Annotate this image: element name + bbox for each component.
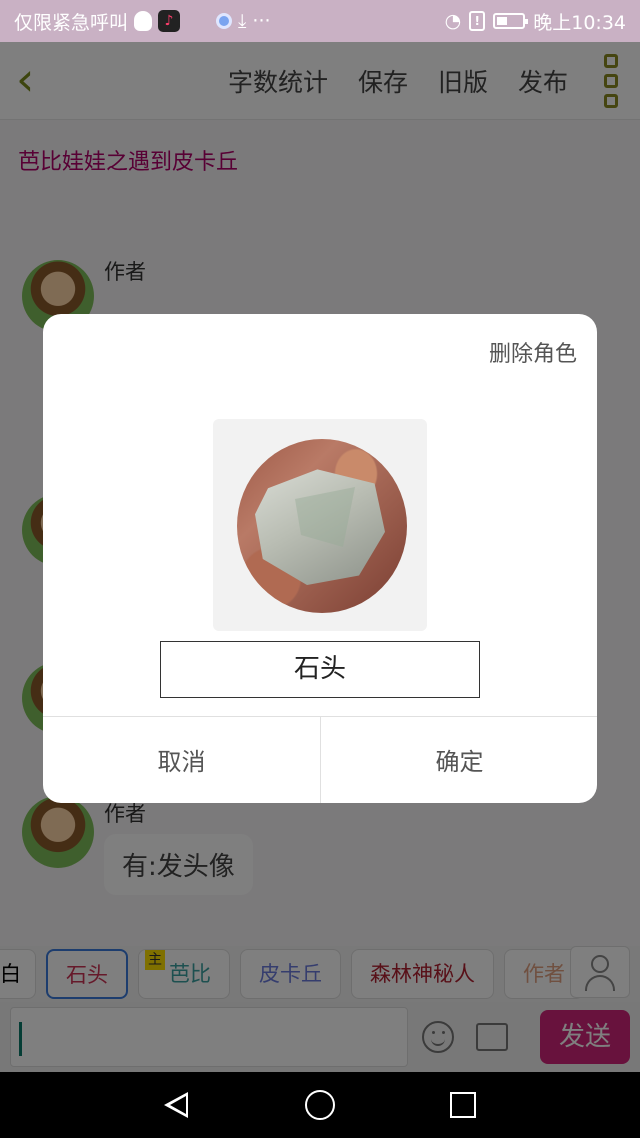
more-notifications-icon: ··· — [252, 10, 271, 32]
character-avatar-image — [237, 439, 407, 613]
edit-character-dialog: 删除角色 石头 取消 确定 — [43, 314, 597, 803]
navigation-bar — [0, 1072, 640, 1138]
alert-icon: ! — [469, 11, 486, 31]
clock: 晚上10:34 — [533, 11, 626, 34]
cancel-button[interactable]: 取消 — [43, 716, 320, 803]
download-icon: ⤓ — [238, 10, 247, 32]
wifi-icon: ◔ — [444, 10, 462, 32]
status-left: 仅限紧急呼叫 ♪ ⤓ ··· — [14, 8, 271, 35]
status-bar: 仅限紧急呼叫 ♪ ⤓ ··· ◔ ! 晚上10:34 — [0, 0, 640, 42]
nav-back-icon[interactable] — [164, 1092, 188, 1118]
qq-icon — [134, 11, 153, 31]
avatar-picker[interactable] — [213, 419, 427, 631]
delete-character-button[interactable]: 删除角色 — [489, 336, 577, 368]
confirm-button[interactable]: 确定 — [321, 716, 597, 803]
vpn-icon — [216, 13, 233, 29]
nav-home-icon[interactable] — [305, 1090, 335, 1120]
tiktok-icon: ♪ — [158, 10, 181, 32]
character-name-field[interactable]: 石头 — [160, 641, 480, 698]
nav-recents-icon[interactable] — [450, 1092, 476, 1118]
status-right: ◔ ! 晚上10:34 — [445, 8, 626, 35]
battery-icon — [493, 13, 529, 29]
carrier-text: 仅限紧急呼叫 — [14, 11, 129, 34]
